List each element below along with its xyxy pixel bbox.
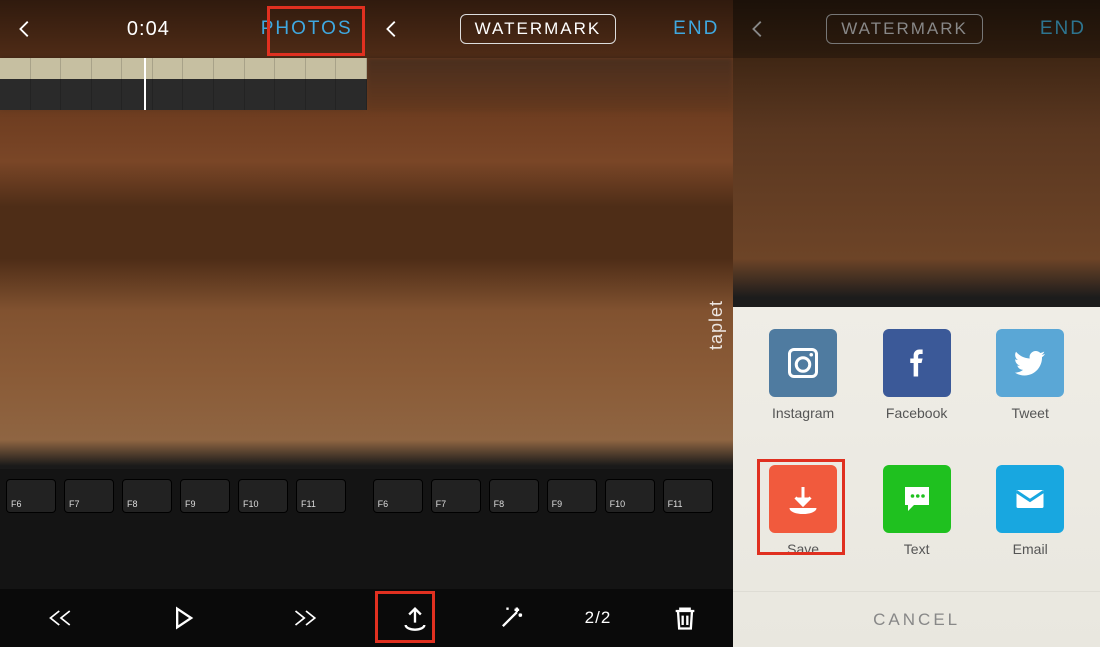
save-icon — [769, 465, 837, 533]
timeline-thumb — [183, 58, 214, 110]
screen-video-scrub: 0:04 PHOTOS F6 F7 F8 F9 F10 F11 — [0, 0, 367, 647]
magic-button[interactable] — [489, 596, 533, 640]
end-button[interactable]: END — [673, 18, 719, 40]
kb-key: F8 — [122, 479, 172, 513]
header: 0:04 PHOTOS — [0, 0, 367, 58]
kb-key: F11 — [663, 479, 713, 513]
timeline-thumb — [245, 58, 276, 110]
kb-key: F7 — [64, 479, 114, 513]
header: WATERMARK END — [733, 0, 1100, 58]
back-button[interactable] — [381, 18, 403, 40]
share-tweet[interactable]: Tweet — [988, 329, 1072, 447]
share-label: Instagram — [772, 405, 834, 421]
kb-key: F9 — [547, 479, 597, 513]
timeline-thumb — [61, 58, 92, 110]
instagram-icon — [769, 329, 837, 397]
timeline-thumb — [336, 58, 366, 110]
playback-bar — [0, 589, 367, 647]
timeline-strip[interactable] — [0, 58, 367, 110]
timeline-thumb — [122, 58, 153, 110]
share-label: Tweet — [1012, 405, 1049, 421]
edit-toolbar: 2/2 — [367, 589, 734, 647]
timeline-thumb — [275, 58, 306, 110]
share-label: Facebook — [886, 405, 947, 421]
timeline-thumb — [306, 58, 337, 110]
timeline-thumb — [31, 58, 62, 110]
share-sheet: Instagram Facebook Tweet Save — [733, 307, 1100, 647]
facebook-icon — [883, 329, 951, 397]
timeline-thumb — [92, 58, 123, 110]
share-text[interactable]: Text — [875, 465, 959, 583]
back-button[interactable] — [747, 18, 769, 40]
email-icon — [996, 465, 1064, 533]
kb-key: F6 — [6, 479, 56, 513]
kb-key: F9 — [180, 479, 230, 513]
kb-key: F11 — [296, 479, 346, 513]
kb-key: F10 — [605, 479, 655, 513]
kb-key: F7 — [431, 479, 481, 513]
share-save[interactable]: Save — [761, 465, 845, 583]
text-icon — [883, 465, 951, 533]
header: WATERMARK END — [367, 0, 734, 58]
share-instagram[interactable]: Instagram — [761, 329, 845, 447]
rewind-button[interactable] — [39, 596, 83, 640]
screen-edit-photo: WATERMARK END taplet F6 F7 F8 F9 F10 F11… — [367, 0, 734, 647]
end-button[interactable]: END — [1040, 18, 1086, 40]
delete-button[interactable] — [663, 596, 707, 640]
screen-share-sheet: WATERMARK END Instagram Facebook Tw — [733, 0, 1100, 647]
page-counter: 2/2 — [585, 608, 612, 628]
timecode-label: 0:04 — [127, 18, 170, 41]
photos-button[interactable]: PHOTOS — [261, 18, 353, 40]
kb-key: F10 — [238, 479, 288, 513]
keyboard-decor: F6 F7 F8 F9 F10 F11 — [0, 469, 367, 589]
timeline-thumb — [153, 58, 184, 110]
kb-key: F8 — [489, 479, 539, 513]
forward-button[interactable] — [284, 596, 328, 640]
play-button[interactable] — [161, 596, 205, 640]
keyboard-decor: F6 F7 F8 F9 F10 F11 — [367, 469, 734, 589]
share-button[interactable] — [393, 596, 437, 640]
share-label: Email — [1013, 541, 1048, 557]
timeline-thumb — [214, 58, 245, 110]
share-label: Save — [787, 541, 819, 557]
share-email[interactable]: Email — [988, 465, 1072, 583]
watermark-text: taplet — [706, 300, 727, 350]
back-button[interactable] — [14, 18, 36, 40]
timeline-thumb — [0, 58, 31, 110]
playhead[interactable] — [144, 58, 146, 110]
kb-key: F6 — [373, 479, 423, 513]
cancel-button[interactable]: CANCEL — [733, 591, 1100, 647]
watermark-button[interactable]: WATERMARK — [460, 14, 617, 44]
share-grid: Instagram Facebook Tweet Save — [733, 307, 1100, 591]
twitter-icon — [996, 329, 1064, 397]
share-facebook[interactable]: Facebook — [875, 329, 959, 447]
watermark-button[interactable]: WATERMARK — [826, 14, 983, 44]
share-label: Text — [904, 541, 930, 557]
